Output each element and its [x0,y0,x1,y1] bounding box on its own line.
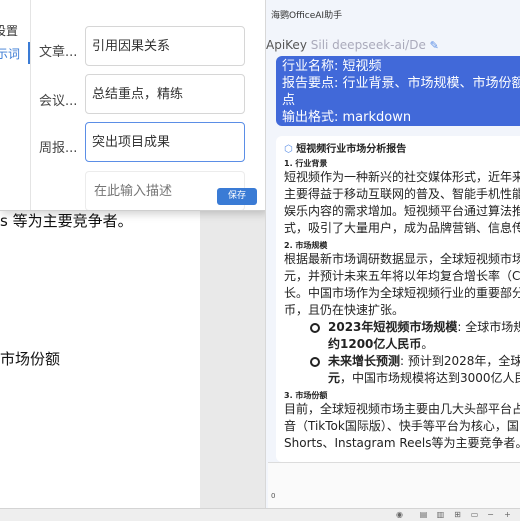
ai-logo-icon: ⬡ [284,144,293,155]
prompt-input-weekly[interactable]: 突出项目成果 [85,122,245,162]
reply-line: 式，吸引了大量用户，成为品牌营销、信息传 [284,221,520,235]
web-view-icon[interactable]: ▥ [436,510,445,519]
reply-bullet: 2023年短视频市场规模: 全球市场规 约1200亿人民币。 [284,319,520,353]
prompt-input-meeting[interactable]: 总结重点，精练 [85,74,245,114]
reply-line: Shorts、Instagram Reels等为主要竞争者。 [284,436,520,450]
page-view-icon[interactable]: ▤ [419,510,428,519]
apikey-row: ApiKey Sili deepseek-ai/De ✎ [266,38,439,52]
apikey-value[interactable]: Sili deepseek-ai/De [311,38,426,52]
assistant-reply: ⬡ 短视频行业市场分析报告 1. 行业背景 短视频作为一种新兴的社交媒体形式，近… [276,136,520,462]
bullet-circle-icon [310,357,320,367]
bullet-text: : 全球市场规 [457,320,520,334]
settings-sidebar: 设置 示词 [0,0,31,210]
prompt-settings-popup: 设置 示词 文章... 引用因果关系 会议... 总结重点，精练 周报... 突… [0,0,266,211]
reply-line: 目前，全球短视频市场主要由几大头部平台占 [284,402,520,416]
bullet-bold: 约1200亿人民币 [328,337,422,351]
status-bar: ◉ ▤ ▥ ⊞ ▭ − + [0,508,520,521]
assistant-panel: 海鹦OfficeAI助手 ApiKey Sili deepseek-ai/De … [265,0,520,520]
user-message-bubble: 行业名称: 短视频 报告要点: 行业背景、市场规模、市场份额、竞 点 输出格式:… [276,56,520,126]
reply-heading: 3. 市场份额 [284,391,328,400]
reply-bullet: 未来增长预测: 预计到2028年，全球 元，中国市场规模将达到3000亿人民 [284,353,520,387]
reply-line: 主要得益于移动互联网的普及、智能手机性能 [284,187,520,201]
user-message-line: 报告要点: 行业背景、市场规模、市场份额、竞 [282,76,520,91]
bullet-text: : 预计到2028年，全球 [400,354,520,368]
bullet-bold: 未来增长预测 [328,354,401,368]
prompt-label-article: 文章... [39,45,78,60]
user-message-line: 行业名称: 短视频 [282,59,382,74]
assistant-title: 海鹦OfficeAI助手 [271,11,343,21]
zoom-out-icon[interactable]: − [486,510,495,519]
outline-view-icon[interactable]: ⊞ [453,510,462,519]
bullet-text: 。 [421,337,434,351]
user-message-line: 点 [282,93,296,108]
sidebar-item-prompts[interactable]: 示词 [0,45,20,62]
reply-heading: 1. 行业背景 [284,159,328,168]
edit-icon[interactable]: ✎ [430,39,439,52]
document-text-line: s 等为主要竞争者。 [0,212,133,230]
bullet-bold: 元 [328,371,341,385]
zoom-in-icon[interactable]: + [503,510,512,519]
reply-line: 根据最新市场调研数据显示，全球短视频市场 [284,252,520,266]
reply-line: 娱乐内容的需求增加。短视频平台通过算法推 [284,204,520,218]
bullet-bold: 2023年短视频市场规模 [328,320,458,334]
apikey-label: ApiKey [266,38,307,52]
sidebar-item-settings[interactable]: 设置 [0,22,18,39]
prompt-label-meeting: 会议... [39,94,78,109]
reply-line: 币，且仍在快速扩张。 [284,303,405,317]
input-char-count: 0 [271,492,276,500]
prompt-label-weekly: 周报... [39,141,78,156]
chat-input[interactable] [268,462,520,509]
reply-line: 音（TikTok国际版）、快手等平台为核心，国 [284,419,519,433]
reply-title-text: 短视频行业市场分析报告 [296,144,407,155]
sidebar-active-indicator [28,42,30,64]
document-text-line: 市场份额 [0,350,61,368]
reply-heading: 2. 市场规模 [284,241,328,250]
bullet-text: ，中国市场规模将达到3000亿人民 [340,371,520,385]
reply-line: 元，并预计未来五年将以年均复合增长率（C [284,269,520,283]
reply-line: 长。中国市场作为全球短视频行业的重要部分 [284,286,520,300]
save-button[interactable]: 保存 [217,188,257,205]
read-view-icon[interactable]: ▭ [470,510,479,519]
document-gray-margin [200,192,265,520]
eye-icon[interactable]: ◉ [395,510,404,519]
reply-line: 短视频作为一种新兴的社交媒体形式，近年来 [284,170,520,184]
bullet-circle-icon [310,323,320,333]
user-message-line: 输出格式: markdown [282,110,412,125]
prompt-input-article[interactable]: 引用因果关系 [85,26,245,66]
reply-title: ⬡ 短视频行业市场分析报告 [284,140,520,155]
